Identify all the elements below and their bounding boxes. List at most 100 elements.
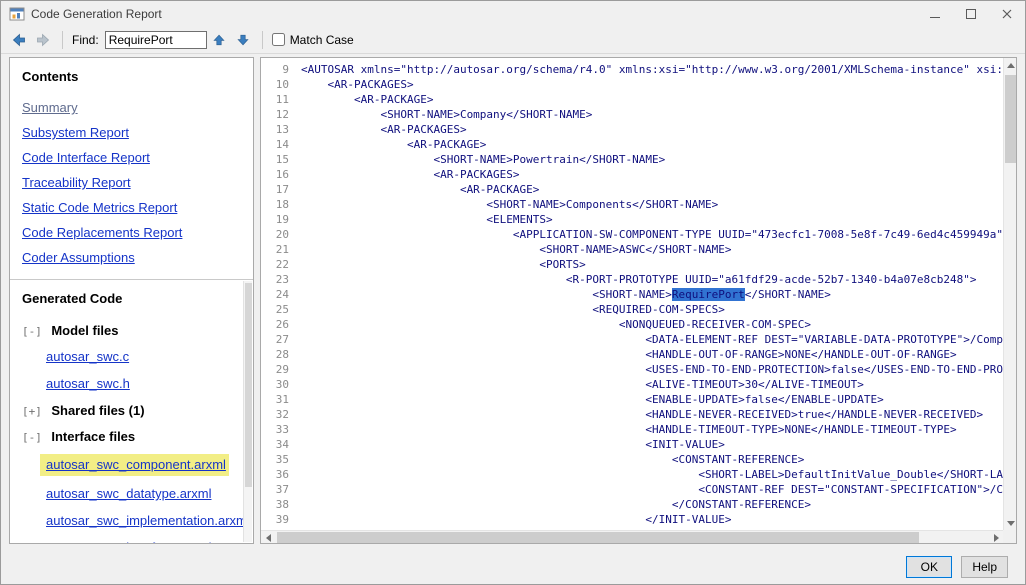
toc-link-code-replacements-report[interactable]: Code Replacements Report (22, 225, 241, 240)
file-link-autosar-swc-c[interactable]: autosar_swc.c (46, 349, 129, 364)
tree-section-label: Interface files (51, 429, 136, 444)
collapse-icon[interactable]: [-] (22, 325, 42, 338)
find-label: Find: (72, 32, 99, 47)
file-row: autosar_swc.c (46, 348, 241, 366)
titlebar[interactable]: Code Generation Report (1, 1, 1025, 26)
file-link-autosar-swc-datatype-arxml[interactable]: autosar_swc_datatype.arxml (46, 486, 211, 501)
sidebar-scrollbar[interactable] (243, 281, 252, 542)
toc-link-traceability-report[interactable]: Traceability Report (22, 175, 241, 190)
line-number: 22 (275, 258, 289, 271)
line-text: <AR-PACKAGES> (301, 168, 520, 181)
code-line: 15 <SHORT-NAME>Powertrain</SHORT-NAME> (265, 152, 1003, 167)
ok-button[interactable]: OK (906, 556, 953, 578)
forward-button[interactable] (31, 29, 55, 51)
vertical-scrollbar[interactable] (1003, 58, 1016, 530)
sidebar-scrollbar-thumb[interactable] (245, 283, 252, 487)
minimize-icon[interactable] (917, 1, 953, 26)
line-number: 32 (275, 408, 289, 421)
scroll-up-icon[interactable] (1004, 58, 1016, 72)
code-line: 10 <AR-PACKAGES> (265, 77, 1003, 92)
horizontal-scrollbar[interactable] (261, 530, 1003, 543)
scroll-left-icon[interactable] (261, 531, 275, 543)
file-link-autosar-swc-interface-arxml[interactable]: autosar_swc_interface.arxml (46, 540, 211, 543)
generated-code-heading: Generated Code (22, 291, 123, 306)
file-link-autosar-swc-component-arxml[interactable]: autosar_swc_component.arxml (46, 457, 226, 472)
expand-icon[interactable]: [+] (22, 405, 42, 418)
find-previous-button[interactable] (207, 29, 231, 51)
line-number: 11 (275, 93, 289, 106)
code-line: 33 <HANDLE-TIMEOUT-TYPE>NONE</HANDLE-TIM… (265, 422, 1003, 437)
back-button[interactable] (7, 29, 31, 51)
file-row: autosar_swc_datatype.arxml (46, 485, 241, 503)
match-case-checkbox[interactable] (271, 33, 285, 46)
code-line: 27 <DATA-ELEMENT-REF DEST="VARIABLE-DATA… (265, 332, 1003, 347)
window-controls (917, 1, 1025, 26)
line-number: 30 (275, 378, 289, 391)
line-number: 10 (275, 78, 289, 91)
collapse-icon[interactable]: [-] (22, 431, 42, 444)
tree-section-shared-files: [+] Shared files (1) (22, 402, 241, 420)
toc-link-subsystem-report[interactable]: Subsystem Report (22, 125, 241, 140)
line-text: <SHORT-NAME>Company</SHORT-NAME> (301, 108, 593, 121)
line-text: <APPLICATION-SW-COMPONENT-TYPE UUID="473… (301, 228, 1003, 241)
code-line-with-match: 24 <SHORT-NAME>RequirePort</SHORT-NAME> (265, 287, 1003, 302)
toolbar-separator (62, 30, 63, 49)
line-text: <SHORT-LABEL>DefaultInitValue_Double</SH… (301, 468, 1003, 481)
line-text: <AR-PACKAGE> (301, 138, 487, 151)
line-number: 37 (275, 483, 289, 496)
line-text: <NONQUEUED-RECEIVER-COM-SPEC> (301, 318, 811, 331)
line-text: <PORTS> (301, 258, 586, 271)
line-number: 38 (275, 498, 289, 511)
line-number: 20 (275, 228, 289, 241)
footer: OK Help (1, 550, 1025, 584)
line-number: 13 (275, 123, 289, 136)
line-text: <SHORT-NAME>RequirePort</SHORT-NAME> (301, 288, 831, 301)
tree-section-interface-files: [-] Interface files (22, 428, 241, 446)
maximize-icon[interactable] (953, 1, 989, 26)
find-input[interactable] (104, 30, 207, 49)
line-number: 17 (275, 183, 289, 196)
vertical-scrollbar-thumb[interactable] (1005, 75, 1016, 163)
code-generation-report-window: Code Generation Report Find: RequirePort… (0, 0, 1026, 585)
toc-link-coder-assumptions[interactable]: Coder Assumptions (22, 250, 241, 265)
line-number: 36 (275, 468, 289, 481)
report-app-icon (9, 6, 25, 22)
line-text: <AR-PACKAGE> (301, 93, 434, 106)
file-row: autosar_swc.h (46, 375, 241, 393)
tree-section-model-files: [-] Model files (22, 322, 241, 340)
down-arrow-icon (236, 33, 250, 47)
match-case-option[interactable]: Match Case (271, 33, 354, 47)
line-text: <HANDLE-NEVER-RECEIVED>true</HANDLE-NEVE… (301, 408, 984, 421)
match-prefix: <SHORT-NAME> (301, 288, 672, 301)
help-button[interactable]: Help (961, 556, 1008, 578)
file-row: autosar_swc_interface.arxml (46, 539, 241, 543)
line-number: 31 (275, 393, 289, 406)
line-number: 34 (275, 438, 289, 451)
line-text: </INIT-VALUE> (301, 513, 732, 526)
line-text: <USES-END-TO-END-PROTECTION>false</USES-… (301, 363, 1003, 376)
file-link-autosar-swc-implementation-arxml[interactable]: autosar_swc_implementation.arxml (46, 513, 250, 528)
close-icon[interactable] (989, 1, 1025, 26)
file-row-selected: autosar_swc_component.arxml (40, 454, 229, 476)
code-line: 36 <SHORT-LABEL>DefaultInitValue_Double<… (265, 467, 1003, 482)
toc-link-static-code-metrics-report[interactable]: Static Code Metrics Report (22, 200, 241, 215)
toc-link-code-interface-report[interactable]: Code Interface Report (22, 150, 241, 165)
code-line: 23 <R-PORT-PROTOTYPE UUID="a61fdf29-acde… (265, 272, 1003, 287)
toc-link-summary[interactable]: Summary (22, 100, 241, 115)
line-text: <ALIVE-TIMEOUT>30</ALIVE-TIMEOUT> (301, 378, 864, 391)
line-number: 24 (275, 288, 289, 301)
line-number: 26 (275, 318, 289, 331)
find-next-button[interactable] (231, 29, 255, 51)
line-text: <HANDLE-OUT-OF-RANGE>NONE</HANDLE-OUT-OF… (301, 348, 957, 361)
horizontal-scrollbar-thumb[interactable] (277, 532, 919, 543)
line-text: <AR-PACKAGES> (301, 78, 414, 91)
line-text: <DATA-ELEMENT-REF DEST="VARIABLE-DATA-PR… (645, 333, 1003, 346)
file-link-autosar-swc-h[interactable]: autosar_swc.h (46, 376, 130, 391)
scroll-right-icon[interactable] (989, 531, 1003, 543)
line-text: <SHORT-NAME>Components</SHORT-NAME> (301, 198, 719, 211)
search-match-highlight: RequirePort (671, 288, 745, 301)
code-line: 29 <USES-END-TO-END-PROTECTION>false</US… (265, 362, 1003, 377)
code-line: 9 <AUTOSAR xmlns="http://autosar.org/sche… (265, 62, 1003, 77)
code-line: 35 <CONSTANT-REFERENCE> (265, 452, 1003, 467)
scroll-down-icon[interactable] (1004, 516, 1016, 530)
